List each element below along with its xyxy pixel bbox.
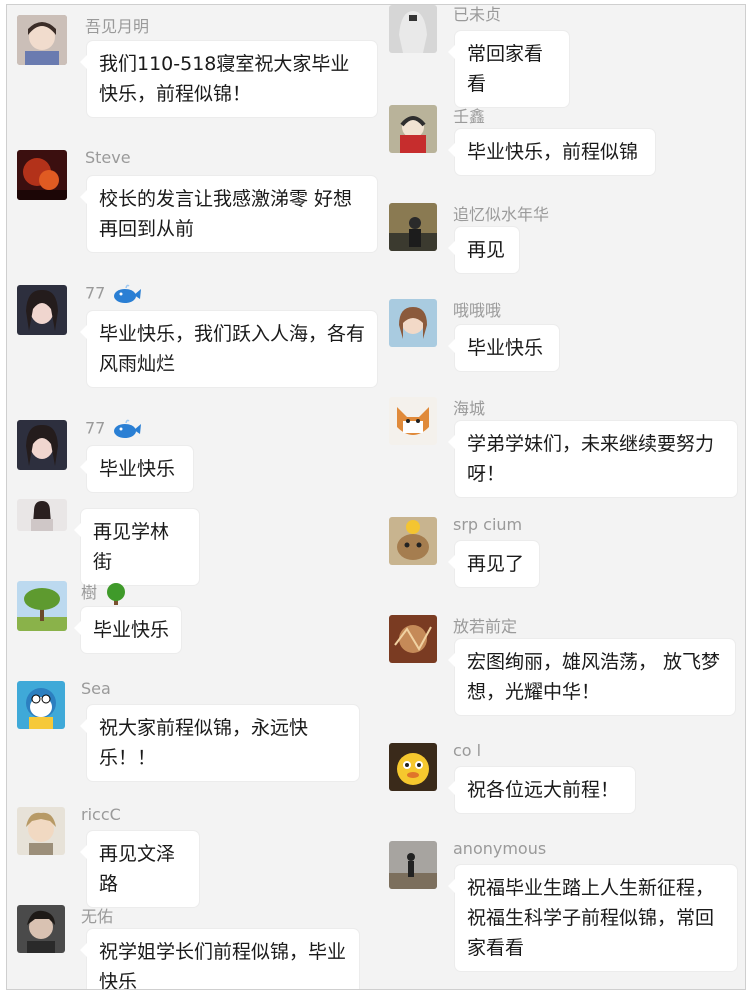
avatar[interactable] <box>389 517 437 565</box>
message-text: 再见文泽路 <box>99 843 176 895</box>
message-text: 常回家看看 <box>467 43 544 95</box>
avatar[interactable] <box>389 397 437 445</box>
message-bubble[interactable]: 祝大家前程似锦，永远快乐！！ <box>80 705 359 781</box>
message-text: 再见 <box>467 239 506 261</box>
sender-name: 吾见月明 <box>85 17 150 36</box>
whale-icon <box>114 284 142 303</box>
avatar[interactable] <box>389 615 437 663</box>
sender-name: 哦哦哦 <box>453 301 502 320</box>
message-bubble[interactable]: 宏图绚丽，雄风浩荡， 放飞梦想，光耀中华！ <box>448 639 735 715</box>
message-text: 毕业快乐 <box>467 337 544 359</box>
message-bubble[interactable]: 祝福毕业生踏上人生新征程，祝福生科学子前程似锦，常回家看看 <box>448 865 737 971</box>
avatar[interactable] <box>389 299 437 347</box>
avatar[interactable] <box>389 203 437 251</box>
message-text: 毕业快乐，我们跃入人海，各有风雨灿烂 <box>99 323 366 375</box>
message-bubble[interactable]: 毕业快乐，前程似锦 <box>448 129 655 175</box>
message-bubble[interactable]: 再见 <box>448 227 519 273</box>
avatar[interactable] <box>17 681 65 729</box>
message-text: 毕业快乐 <box>93 619 170 641</box>
avatar[interactable] <box>17 807 65 855</box>
message-bubble[interactable]: 再见文泽路 <box>80 831 199 907</box>
sender-name: 放若前定 <box>453 617 518 636</box>
message-text: 再见学林街 <box>93 521 170 573</box>
avatar[interactable] <box>389 5 437 53</box>
sender-name: co l <box>453 741 482 760</box>
chat-screenshot: 吾见月明 我们110-518寝室祝大家毕业快乐，前程似锦！ Steve 校长的发… <box>6 4 746 990</box>
message-text: 祝学姐学长们前程似锦，毕业快乐 <box>99 941 347 990</box>
whale-icon <box>114 419 142 438</box>
avatar[interactable] <box>17 285 67 335</box>
message-text: 毕业快乐 <box>99 458 176 480</box>
sender-name: Steve <box>85 148 131 167</box>
sender-name: anonymous <box>453 839 547 858</box>
avatar[interactable] <box>17 499 67 531</box>
avatar[interactable] <box>17 15 67 65</box>
message-bubble[interactable]: 毕业快乐 <box>80 446 193 492</box>
avatar[interactable] <box>389 743 437 791</box>
message-bubble[interactable]: 学弟学妹们，未来继续要努力呀！ <box>448 421 737 497</box>
sender-name: 海城 <box>453 399 486 418</box>
message-text: 我们110-518寝室祝大家毕业快乐，前程似锦！ <box>99 53 350 105</box>
message-text: 祝各位远大前程！ <box>467 779 620 801</box>
message-text: 祝大家前程似锦，永远快乐！！ <box>99 717 309 769</box>
message-text: 宏图绚丽，雄风浩荡， 放飞梦想，光耀中华！ <box>467 651 721 703</box>
message-text: 校长的发言让我感激涕零 好想再回到从前 <box>99 188 353 240</box>
sender-name: 壬鑫 <box>453 107 486 126</box>
message-text: 毕业快乐，前程似锦 <box>467 141 639 163</box>
message-bubble[interactable]: 我们110-518寝室祝大家毕业快乐，前程似锦！ <box>80 41 377 117</box>
sender-name: srp cium <box>453 515 523 534</box>
message-text: 学弟学妹们，未来继续要努力呀！ <box>467 433 715 485</box>
message-bubble[interactable]: 常回家看看 <box>448 31 569 107</box>
avatar[interactable] <box>17 150 67 200</box>
sender-name: 已未贞 <box>453 5 502 24</box>
message-bubble[interactable]: 再见了 <box>448 541 539 587</box>
avatar[interactable] <box>17 905 65 953</box>
message-text: 祝福毕业生踏上人生新征程，祝福生科学子前程似锦，常回家看看 <box>467 877 715 959</box>
message-bubble[interactable]: 祝学姐学长们前程似锦，毕业快乐 <box>80 929 359 990</box>
sender-name: 樹 <box>81 579 128 606</box>
message-bubble[interactable]: 毕业快乐 <box>448 325 559 371</box>
tree-icon <box>107 582 126 605</box>
message-bubble[interactable]: 校长的发言让我感激涕零 好想再回到从前 <box>80 176 377 252</box>
avatar[interactable] <box>389 841 437 889</box>
sender-name: 追忆似水年华 <box>453 205 550 224</box>
sender-name: riccC <box>81 805 121 824</box>
avatar[interactable] <box>17 581 67 631</box>
sender-name: 77 <box>85 418 142 440</box>
message-text: 再见了 <box>467 553 525 575</box>
avatar[interactable] <box>389 105 437 153</box>
sender-name: 77 <box>85 283 142 305</box>
avatar[interactable] <box>17 420 67 470</box>
message-bubble[interactable]: 再见学林街 <box>74 509 199 585</box>
sender-name: 无佑 <box>81 907 114 926</box>
message-bubble[interactable]: 毕业快乐 <box>74 607 181 653</box>
message-bubble[interactable]: 毕业快乐，我们跃入人海，各有风雨灿烂 <box>80 311 377 387</box>
sender-name: Sea <box>81 679 111 698</box>
message-bubble[interactable]: 祝各位远大前程！ <box>448 767 635 813</box>
